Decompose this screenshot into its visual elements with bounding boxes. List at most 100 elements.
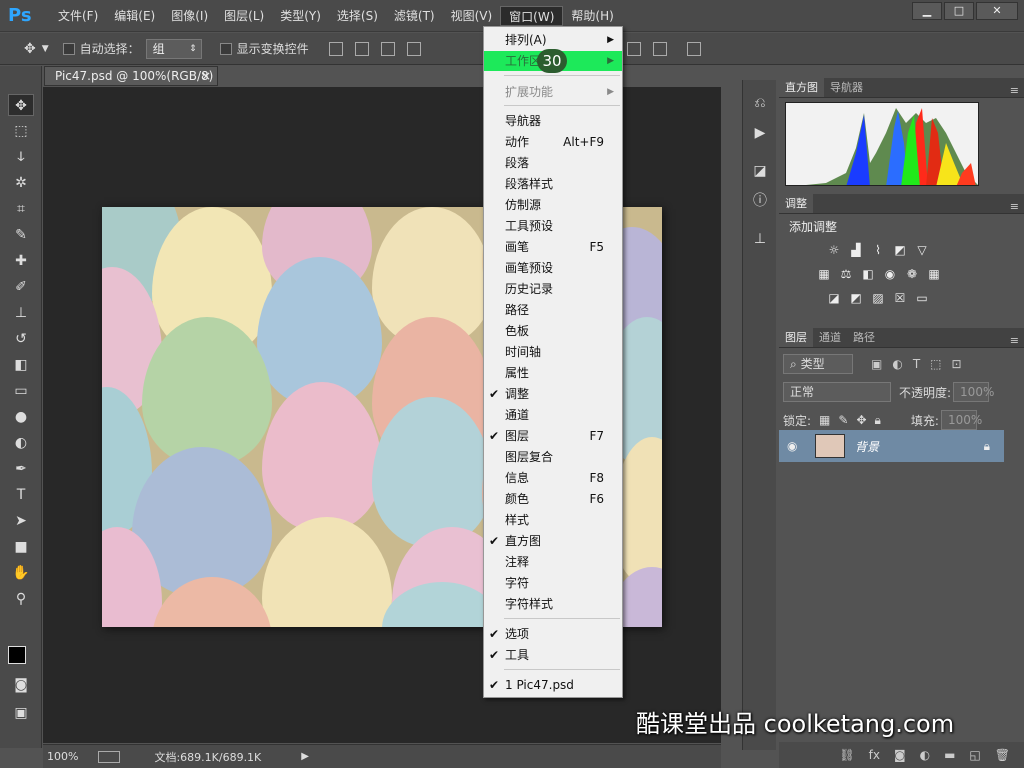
- posterize-icon[interactable]: ◩: [847, 289, 865, 307]
- history-panel-icon[interactable]: ⎌: [749, 92, 771, 114]
- lock-transparent-icon[interactable]: ▦: [819, 413, 830, 427]
- lasso-tool-icon[interactable]: ↆ: [8, 146, 34, 168]
- exposure-icon[interactable]: ◩: [891, 241, 909, 259]
- menu-window[interactable]: 窗口(W): [500, 5, 564, 26]
- menu-item-styles[interactable]: 样式: [484, 510, 622, 530]
- menu-item-paths[interactable]: 路径: [484, 300, 622, 320]
- auto-select-dropdown[interactable]: 组 ⇕: [145, 38, 202, 59]
- type-tool-icon[interactable]: T: [8, 484, 34, 506]
- new-layer-icon[interactable]: ◱: [969, 748, 980, 762]
- menu-item-clone-source[interactable]: 仿制源: [484, 195, 622, 215]
- zoom-tool-icon[interactable]: ⚲: [8, 588, 34, 610]
- distribute-hcenter-icon[interactable]: [626, 41, 641, 56]
- path-select-tool-icon[interactable]: ➤: [8, 510, 34, 532]
- filter-adjustment-icon[interactable]: ◐: [892, 357, 902, 371]
- new-group-icon[interactable]: ▬: [944, 748, 955, 762]
- menu-item-paragraph[interactable]: 段落: [484, 153, 622, 173]
- menu-item-layers[interactable]: ✔ 图层 F7: [484, 426, 622, 446]
- selective-color-icon[interactable]: ☒: [891, 289, 909, 307]
- info-panel-icon[interactable]: ⓘ: [749, 190, 771, 212]
- tab-adjustments[interactable]: 调整: [779, 193, 813, 213]
- maximize-button[interactable]: □: [944, 2, 974, 20]
- menu-item-character-styles[interactable]: 字符样式: [484, 594, 622, 614]
- lock-position-icon[interactable]: ✥: [856, 413, 866, 427]
- menu-help[interactable]: 帮助(H): [563, 6, 621, 26]
- add-mask-icon[interactable]: ◙: [894, 748, 906, 762]
- chevron-down-icon[interactable]: ▼: [42, 44, 49, 54]
- close-icon[interactable]: ×: [201, 67, 211, 85]
- new-adjustment-layer-icon[interactable]: ◐: [920, 748, 930, 762]
- channel-mixer-icon[interactable]: ❁: [903, 265, 921, 283]
- menu-item-color[interactable]: 颜色 F6: [484, 489, 622, 509]
- lock-all-icon[interactable]: 🔒︎: [875, 413, 881, 428]
- lock-pixels-icon[interactable]: ✎: [838, 413, 848, 427]
- photo-filter-icon[interactable]: ◉: [881, 265, 899, 283]
- align-left-icon[interactable]: [406, 41, 421, 56]
- menu-file[interactable]: 文件(F): [50, 6, 106, 26]
- brightness-icon[interactable]: ☼: [825, 241, 843, 259]
- menu-image[interactable]: 图像(I): [163, 6, 216, 26]
- auto-select-checkbox[interactable]: [62, 42, 75, 55]
- marquee-tool-icon[interactable]: ⬚: [8, 120, 34, 142]
- menu-item-character[interactable]: 字符: [484, 573, 622, 593]
- healing-brush-tool-icon[interactable]: ✚: [8, 250, 34, 272]
- black-white-icon[interactable]: ◧: [859, 265, 877, 283]
- properties-panel-icon[interactable]: ◪: [749, 160, 771, 182]
- menu-item-histogram[interactable]: ✔ 直方图: [484, 531, 622, 551]
- levels-icon[interactable]: ▟: [847, 241, 865, 259]
- shape-tool-icon[interactable]: ■: [8, 536, 34, 558]
- move-tool-icon[interactable]: ✥: [24, 41, 36, 57]
- menu-item-brush[interactable]: 画笔 F5: [484, 237, 622, 257]
- menu-item-info[interactable]: 信息 F8: [484, 468, 622, 488]
- document-tab[interactable]: Pic47.psd @ 100%(RGB/8) ×: [44, 66, 218, 86]
- filter-smart-object-icon[interactable]: ⊡: [952, 357, 962, 371]
- close-button[interactable]: ✕: [976, 2, 1018, 20]
- filter-type-icon[interactable]: T: [913, 357, 920, 371]
- menu-item-open-document[interactable]: ✔ 1 Pic47.psd: [484, 675, 622, 695]
- fill-field[interactable]: 100%: [940, 410, 982, 430]
- gradient-tool-icon[interactable]: ▭: [8, 380, 34, 402]
- history-brush-tool-icon[interactable]: ↺: [8, 328, 34, 350]
- menu-item-swatches[interactable]: 色板: [484, 321, 622, 341]
- actions-panel-icon[interactable]: ▶: [749, 122, 771, 144]
- color-balance-icon[interactable]: ⚖: [837, 265, 855, 283]
- stamp-tool-icon[interactable]: ⊥: [8, 302, 34, 324]
- menu-item-tool-presets[interactable]: 工具预设: [484, 216, 622, 236]
- eraser-tool-icon[interactable]: ◧: [8, 354, 34, 376]
- show-transform-checkbox[interactable]: [219, 42, 232, 55]
- screen-mode-icon[interactable]: ▣: [8, 702, 34, 724]
- tab-navigator[interactable]: 导航器: [824, 77, 869, 97]
- align-vcenter-icon[interactable]: [354, 41, 369, 56]
- panel-menu-icon[interactable]: ≡: [1010, 334, 1024, 347]
- menu-item-options[interactable]: ✔ 选项: [484, 624, 622, 644]
- tab-channels[interactable]: 通道: [813, 327, 847, 347]
- tab-paths[interactable]: 路径: [847, 327, 881, 347]
- status-menu-arrow-icon[interactable]: ▶: [301, 751, 309, 762]
- menu-item-layer-comps[interactable]: 图层复合: [484, 447, 622, 467]
- delete-layer-icon[interactable]: 🗑︎: [995, 748, 1010, 762]
- menu-filter[interactable]: 滤镜(T): [386, 6, 443, 26]
- menu-edit[interactable]: 编辑(E): [106, 6, 163, 26]
- menu-item-adjustments[interactable]: ✔ 调整: [484, 384, 622, 404]
- layer-row[interactable]: ◉ 背景 🔒︎: [779, 430, 1004, 462]
- menu-item-navigator[interactable]: 导航器: [484, 111, 622, 131]
- layer-style-icon[interactable]: fx: [869, 748, 880, 762]
- menu-view[interactable]: 视图(V): [443, 6, 501, 26]
- panel-menu-icon[interactable]: ≡: [1010, 84, 1024, 97]
- pen-tool-icon[interactable]: ✒: [8, 458, 34, 480]
- filter-shape-icon[interactable]: ⬚: [930, 357, 941, 371]
- align-bottom-icon[interactable]: [380, 41, 395, 56]
- gradient-map-icon[interactable]: ▭: [913, 289, 931, 307]
- align-top-icon[interactable]: [328, 41, 343, 56]
- hand-tool-icon[interactable]: ✋: [8, 562, 34, 584]
- eyedropper-tool-icon[interactable]: ✎: [8, 224, 34, 246]
- menu-item-channels[interactable]: 通道: [484, 405, 622, 425]
- quick-mask-icon[interactable]: ◙: [8, 674, 34, 696]
- menu-item-brush-presets[interactable]: 画笔预设: [484, 258, 622, 278]
- link-layers-icon[interactable]: ⛓: [839, 748, 854, 762]
- layer-filter-dropdown[interactable]: ⌕ 类型: [783, 354, 853, 374]
- blur-tool-icon[interactable]: ●: [8, 406, 34, 428]
- invert-icon[interactable]: ◪: [825, 289, 843, 307]
- tab-layers[interactable]: 图层: [779, 327, 813, 347]
- tab-histogram[interactable]: 直方图: [779, 77, 824, 97]
